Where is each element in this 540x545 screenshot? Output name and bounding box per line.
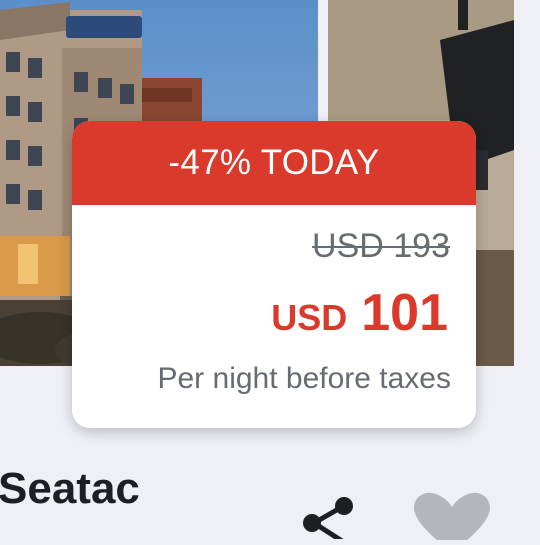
discount-banner: -47% TODAY [72,121,476,205]
favorite-button[interactable] [412,492,492,545]
original-price: USD 193 [312,227,450,265]
hotel-name: Seatac [0,464,140,513]
deal-price-card[interactable]: -47% TODAY USD 193 USD 101 Per night bef… [72,121,476,428]
share-button[interactable] [300,495,356,544]
price-currency: USD [271,297,348,338]
discounted-price: USD 101 [271,283,448,343]
price-note: Per night before taxes [157,362,451,395]
price-amount: 101 [361,284,448,342]
heart-icon [414,492,490,545]
share-icon [303,497,353,544]
